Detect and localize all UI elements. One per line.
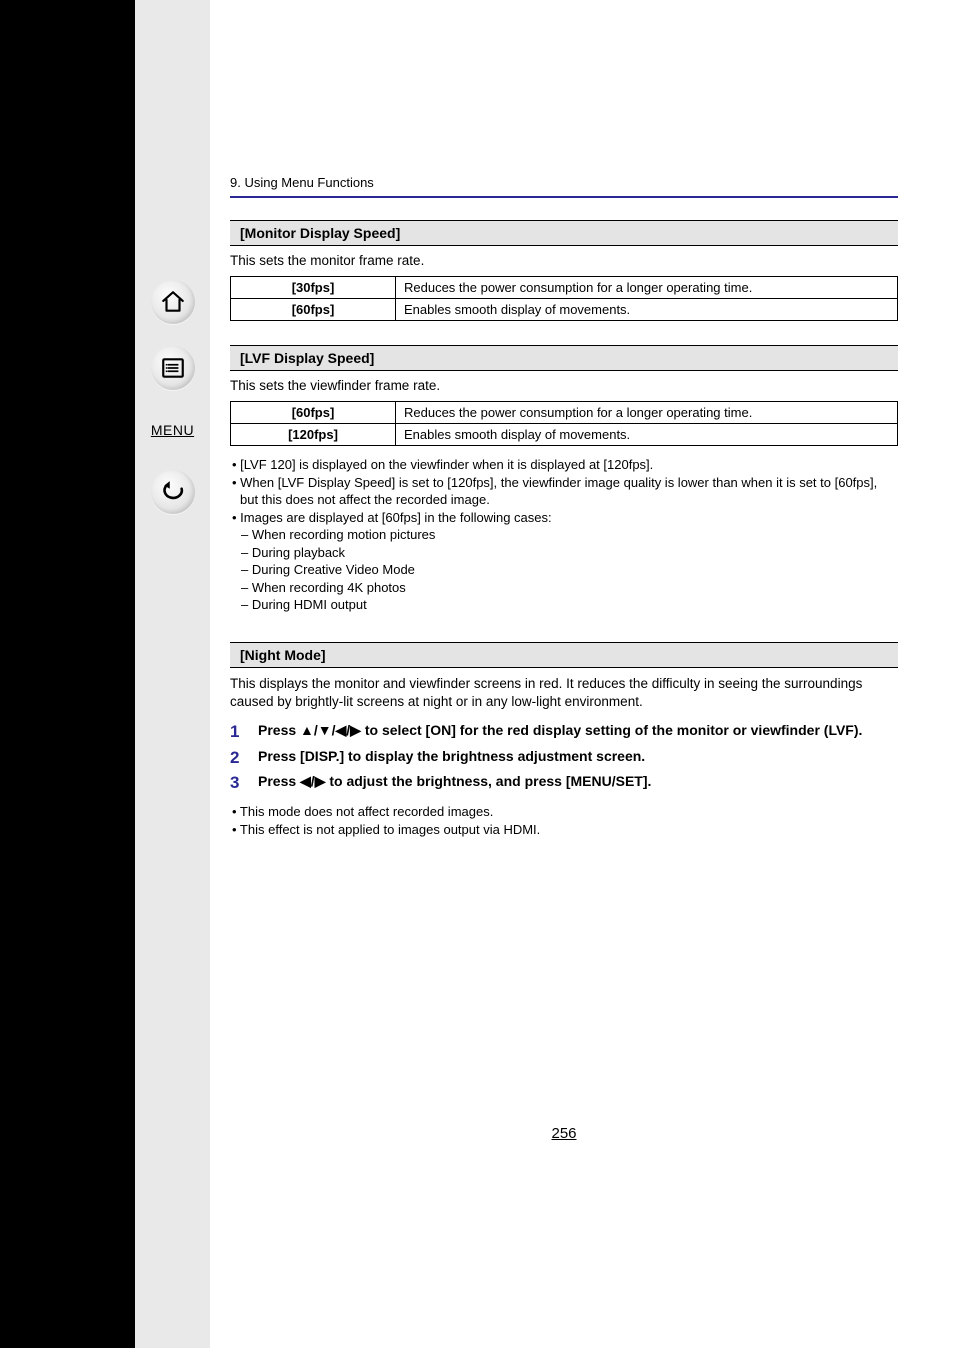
night-notes: • This mode does not affect recorded ima… xyxy=(230,803,898,838)
sidebar-nav: MENU xyxy=(135,280,210,514)
monitor-options-table: [30fps] Reduces the power consumption fo… xyxy=(230,276,898,321)
option-label: [120fps] xyxy=(231,424,396,446)
list-icon xyxy=(160,355,186,381)
table-row: [120fps] Enables smooth display of movem… xyxy=(231,424,898,446)
note-subitem: – During HDMI output xyxy=(230,596,898,614)
nav-home-button[interactable] xyxy=(151,280,195,324)
step-number: 1 xyxy=(230,721,244,742)
home-icon xyxy=(160,289,186,315)
option-desc: Reduces the power consumption for a long… xyxy=(396,277,898,299)
sidebar-strip xyxy=(135,0,210,1348)
note-item: • [LVF 120] is displayed on the viewfind… xyxy=(230,456,898,474)
step-text: Press ◀/▶ to adjust the brightness, and … xyxy=(258,772,651,793)
option-desc: Enables smooth display of movements. xyxy=(396,299,898,321)
note-subitem: – During playback xyxy=(230,544,898,562)
nav-back-button[interactable] xyxy=(151,470,195,514)
note-subitem: – When recording 4K photos xyxy=(230,579,898,597)
note-item: • Images are displayed at [60fps] in the… xyxy=(230,509,898,527)
page-content: 9. Using Menu Functions [Monitor Display… xyxy=(230,175,898,838)
nav-menu-link[interactable]: MENU xyxy=(151,418,195,442)
step-row: 1 Press ▲/▼/◀/▶ to select [ON] for the r… xyxy=(230,721,898,742)
section-heading-monitor: [Monitor Display Speed] xyxy=(230,220,898,246)
night-steps: 1 Press ▲/▼/◀/▶ to select [ON] for the r… xyxy=(230,721,898,793)
section-heading-lvf: [LVF Display Speed] xyxy=(230,345,898,371)
nav-toc-button[interactable] xyxy=(151,346,195,390)
note-item: • When [LVF Display Speed] is set to [12… xyxy=(230,474,898,509)
note-item: • This mode does not affect recorded ima… xyxy=(230,803,898,821)
option-desc: Reduces the power consumption for a long… xyxy=(396,402,898,424)
section-heading-night: [Night Mode] xyxy=(230,642,898,668)
option-desc: Enables smooth display of movements. xyxy=(396,424,898,446)
step-number: 3 xyxy=(230,772,244,793)
step-row: 2 Press [DISP.] to display the brightnes… xyxy=(230,747,898,768)
note-subitem: – When recording motion pictures xyxy=(230,526,898,544)
table-row: [60fps] Reduces the power consumption fo… xyxy=(231,402,898,424)
page-number[interactable]: 256 xyxy=(230,1125,898,1142)
back-arrow-icon xyxy=(160,479,186,505)
step-number: 2 xyxy=(230,747,244,768)
note-item: • This effect is not applied to images o… xyxy=(230,821,898,839)
step-row: 3 Press ◀/▶ to adjust the brightness, an… xyxy=(230,772,898,793)
option-label: [60fps] xyxy=(231,299,396,321)
step-text: Press ▲/▼/◀/▶ to select [ON] for the red… xyxy=(258,721,862,742)
night-mode-desc: This displays the monitor and viewfinder… xyxy=(230,675,898,711)
note-subitem: – During Creative Video Mode xyxy=(230,561,898,579)
chapter-title: 9. Using Menu Functions xyxy=(230,175,898,190)
table-row: [60fps] Enables smooth display of moveme… xyxy=(231,299,898,321)
option-label: [60fps] xyxy=(231,402,396,424)
step-text: Press [DISP.] to display the brightness … xyxy=(258,747,645,768)
table-row: [30fps] Reduces the power consumption fo… xyxy=(231,277,898,299)
lvf-notes: • [LVF 120] is displayed on the viewfind… xyxy=(230,456,898,614)
option-label: [30fps] xyxy=(231,277,396,299)
section-intro-lvf: This sets the viewfinder frame rate. xyxy=(230,378,898,393)
lvf-options-table: [60fps] Reduces the power consumption fo… xyxy=(230,401,898,446)
chapter-divider xyxy=(230,196,898,198)
section-intro-monitor: This sets the monitor frame rate. xyxy=(230,253,898,268)
